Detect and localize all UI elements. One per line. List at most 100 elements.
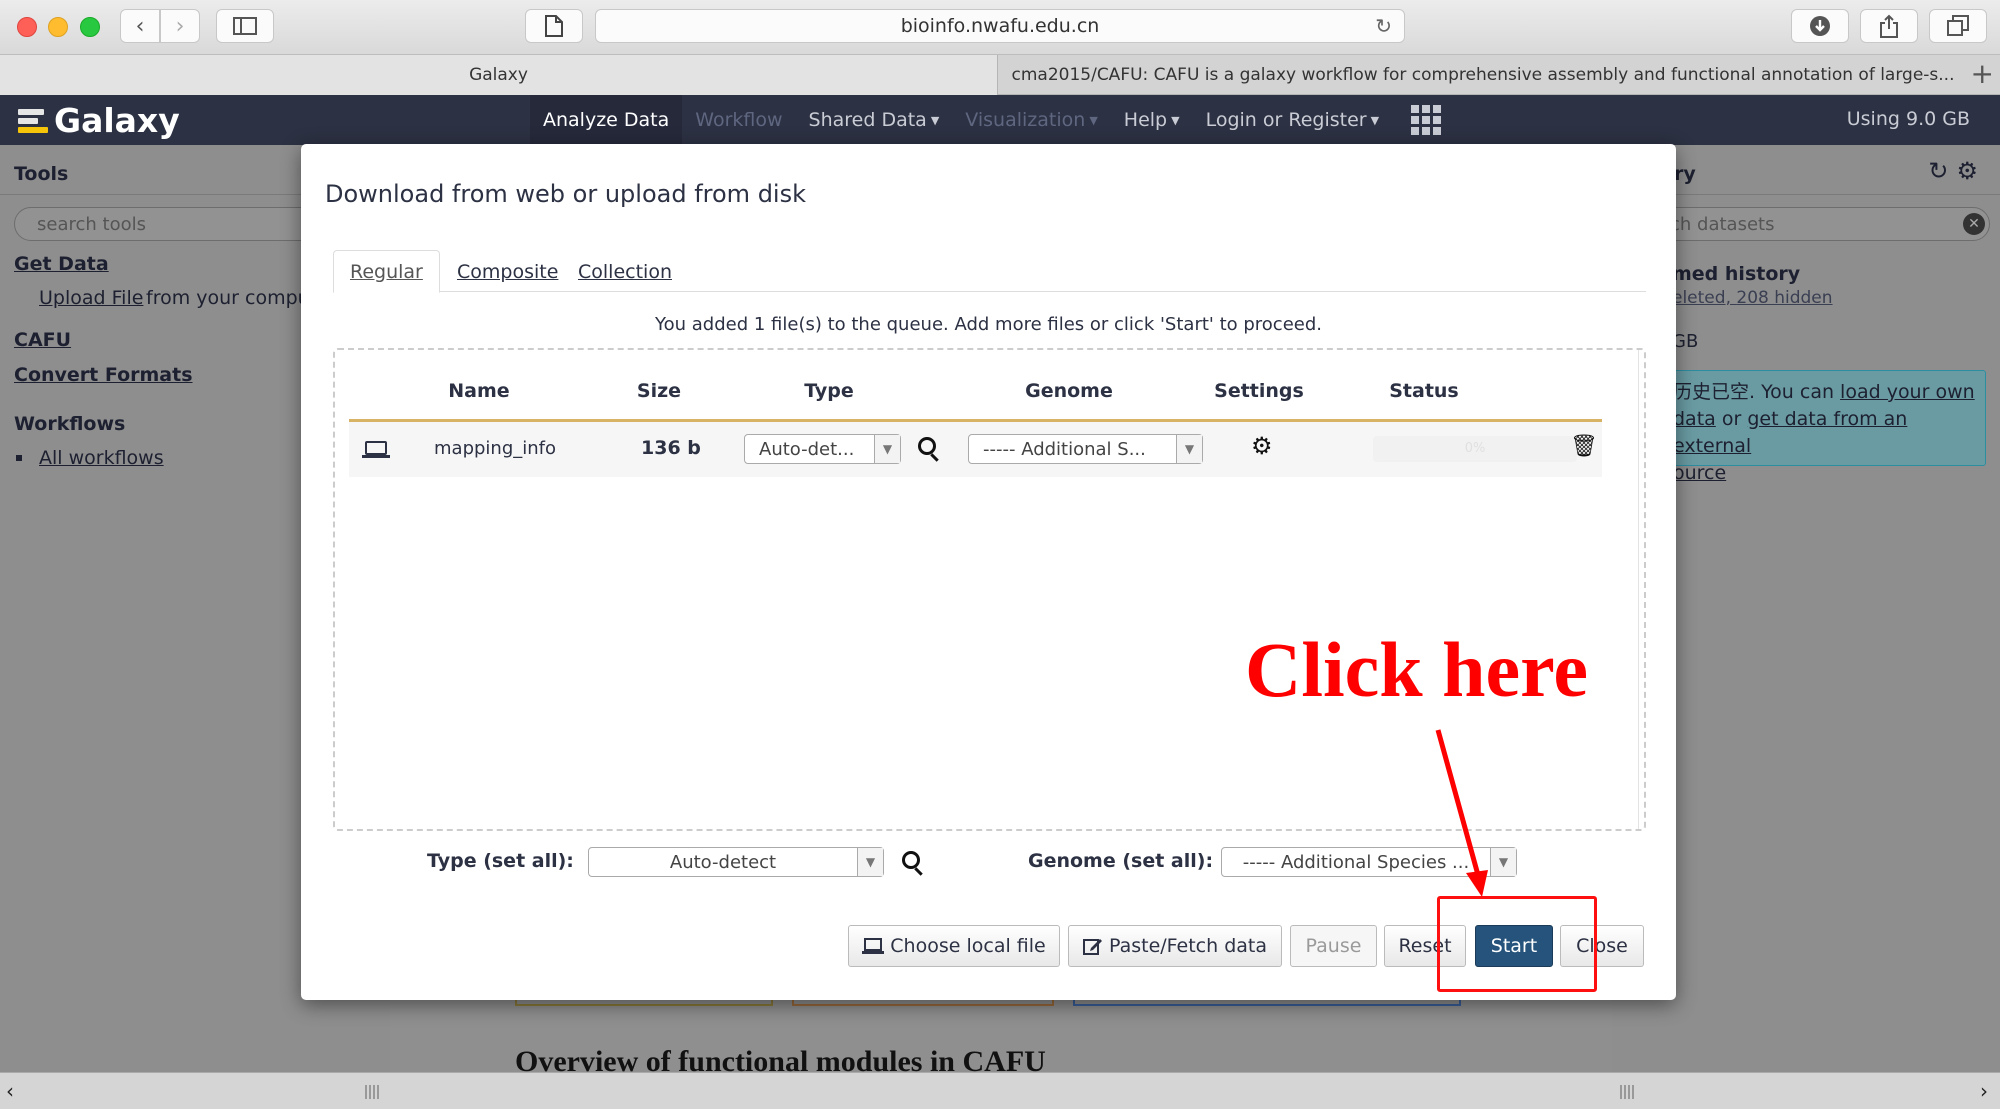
- nav-login-register[interactable]: Login or Register ▼: [1193, 95, 1392, 145]
- hidden-count[interactable]: 208 hidden: [1736, 288, 1832, 308]
- column-size: Size: [636, 380, 682, 402]
- queue-message: You added 1 file(s) to the queue. Add mo…: [655, 314, 1322, 335]
- downloads-button[interactable]: [1791, 9, 1849, 43]
- page-menu-button[interactable]: [525, 9, 583, 43]
- gear-icon[interactable]: ⚙: [1956, 157, 1986, 185]
- dropzone-scrollbar[interactable]: [1638, 350, 1639, 829]
- file-type-value: Auto-det...: [759, 439, 855, 460]
- all-workflows-link[interactable]: All workflows: [39, 447, 164, 469]
- quota-usage: Using 9.0 GB: [1846, 108, 1970, 130]
- annotation-highlight-box: [1437, 896, 1597, 992]
- url-text: bioinfo.nwafu.edu.cn: [900, 15, 1100, 37]
- empty-history-text: 历史已空. You can: [1673, 381, 1834, 403]
- caret-down-icon: ▼: [930, 113, 940, 127]
- annotation-click-here: Click here: [1245, 626, 1589, 713]
- trash-icon[interactable]: 🗑: [1570, 434, 1598, 459]
- nav-visualization[interactable]: Visualization ▼: [952, 95, 1110, 145]
- file-type-select[interactable]: Auto-det... ▼: [744, 434, 901, 464]
- chevron-right-icon[interactable]: ›: [1980, 1079, 1988, 1103]
- history-options: ↻⚙: [1928, 157, 1986, 185]
- nav-shared-data[interactable]: Shared Data ▼: [796, 95, 953, 145]
- history-hidden-summary[interactable]: eleted, 208 hidden: [1672, 288, 1833, 308]
- panel-drag-handle[interactable]: [365, 1085, 379, 1099]
- tab-overview-button[interactable]: [1929, 9, 1987, 43]
- panel-drag-handle[interactable]: [1620, 1085, 1634, 1099]
- nav-login-label: Login or Register: [1205, 109, 1367, 131]
- external-data-link-cont[interactable]: ource: [1673, 462, 1726, 484]
- paste-fetch-button[interactable]: Paste/Fetch data: [1068, 925, 1282, 967]
- tab-collection[interactable]: Collection: [562, 250, 688, 293]
- masthead-nav: Analyze Data Workflow Shared Data ▼ Visua…: [530, 95, 1452, 145]
- clear-search-icon[interactable]: ✕: [1963, 213, 1985, 235]
- tab-galaxy[interactable]: Galaxy: [0, 55, 998, 95]
- file-name: mapping_info: [434, 438, 557, 459]
- pause-button[interactable]: Pause: [1290, 925, 1377, 967]
- apps-grid-button[interactable]: [1392, 95, 1452, 145]
- column-name: Name: [448, 380, 510, 402]
- type-set-all-select[interactable]: Auto-detect ▼: [588, 847, 884, 877]
- tabs-icon: [1947, 15, 1969, 36]
- file-genome-select[interactable]: ----- Additional S... ▼: [968, 434, 1203, 464]
- search-icon[interactable]: [902, 851, 920, 869]
- annotation-arrow-icon: [1435, 729, 1488, 897]
- grid-icon: [1405, 105, 1442, 135]
- galaxy-logo-icon: [18, 106, 48, 136]
- nav-analyze-data[interactable]: Analyze Data: [530, 95, 683, 145]
- deleted-count[interactable]: eleted: [1672, 288, 1726, 308]
- tool-section-cafu[interactable]: CAFU: [14, 329, 71, 351]
- laptop-icon: [362, 441, 390, 458]
- choose-local-file-button[interactable]: Choose local file: [848, 925, 1060, 967]
- address-bar[interactable]: bioinfo.nwafu.edu.cn ↻: [595, 9, 1405, 43]
- nav-help-label: Help: [1123, 109, 1168, 131]
- upload-table-header: Name Size Type Genome Settings Status: [349, 380, 1602, 410]
- forward-button[interactable]: ›: [160, 9, 200, 43]
- browser-tab-bar: Galaxy cma2015/CAFU: CAFU is a galaxy wo…: [0, 55, 2000, 95]
- download-icon: [1810, 16, 1830, 36]
- close-window-button[interactable]: [17, 17, 37, 37]
- chevron-down-icon: ▼: [1176, 435, 1202, 463]
- panel-scrollbars: ‹ ›: [0, 1072, 2000, 1109]
- tab-regular[interactable]: Regular: [333, 250, 440, 293]
- settings-gear-icon[interactable]: ⚙: [1251, 432, 1273, 460]
- upload-progress-bar: 0%: [1373, 436, 1577, 462]
- paste-fetch-label: Paste/Fetch data: [1108, 935, 1268, 957]
- column-status: Status: [1389, 380, 1459, 402]
- tool-upload-file-link[interactable]: Upload File: [39, 287, 143, 309]
- search-icon[interactable]: [918, 437, 936, 455]
- genome-set-all-label: Genome (set all):: [1028, 850, 1214, 872]
- tab-github-cafu[interactable]: cma2015/CAFU: CAFU is a galaxy workflow …: [998, 55, 1968, 95]
- laptop-icon: [862, 938, 885, 954]
- back-button[interactable]: ‹: [120, 9, 160, 43]
- minimize-window-button[interactable]: [48, 17, 68, 37]
- zoom-window-button[interactable]: [80, 17, 100, 37]
- type-set-all-label: Type (set all):: [427, 850, 574, 872]
- nav-workflow[interactable]: Workflow: [682, 95, 795, 145]
- caret-down-icon: ▼: [1171, 113, 1180, 127]
- nav-help[interactable]: Help ▼: [1111, 95, 1193, 145]
- tool-section-get-data[interactable]: Get Data: [14, 253, 109, 275]
- or-text: or: [1721, 408, 1742, 430]
- document-icon: [545, 15, 563, 37]
- sidebar-toggle-button[interactable]: [216, 9, 274, 43]
- new-tab-plus-icon[interactable]: +: [1971, 57, 1994, 90]
- chevron-down-icon: ▼: [857, 848, 883, 876]
- tool-upload-description: from your compu: [146, 287, 310, 309]
- list-bullet: [16, 455, 22, 461]
- type-set-all-value: Auto-detect: [669, 852, 777, 873]
- reload-icon[interactable]: ↻: [1375, 14, 1392, 38]
- tool-section-convert-formats[interactable]: Convert Formats: [14, 364, 193, 386]
- chevron-down-icon: ▼: [874, 435, 900, 463]
- chevron-left-icon[interactable]: ‹: [6, 1079, 14, 1103]
- tab-composite[interactable]: Composite: [441, 250, 574, 293]
- upload-tabs: Regular Composite Collection: [333, 250, 1646, 293]
- workflows-heading: Workflows: [14, 413, 126, 435]
- galaxy-masthead: Galaxy Analyze Data Workflow Shared Data…: [0, 95, 2000, 145]
- load-own-data-link-cont[interactable]: data: [1673, 408, 1716, 430]
- upload-row: mapping_info 136 b Auto-det... ▼ ----- A…: [349, 422, 1602, 477]
- share-button[interactable]: [1860, 9, 1918, 43]
- history-name[interactable]: med history: [1672, 263, 1800, 285]
- load-own-data-link[interactable]: load your own: [1840, 381, 1975, 403]
- choose-local-file-label: Choose local file: [890, 935, 1046, 957]
- refresh-icon[interactable]: ↻: [1928, 157, 1956, 185]
- galaxy-logo[interactable]: Galaxy: [18, 101, 180, 140]
